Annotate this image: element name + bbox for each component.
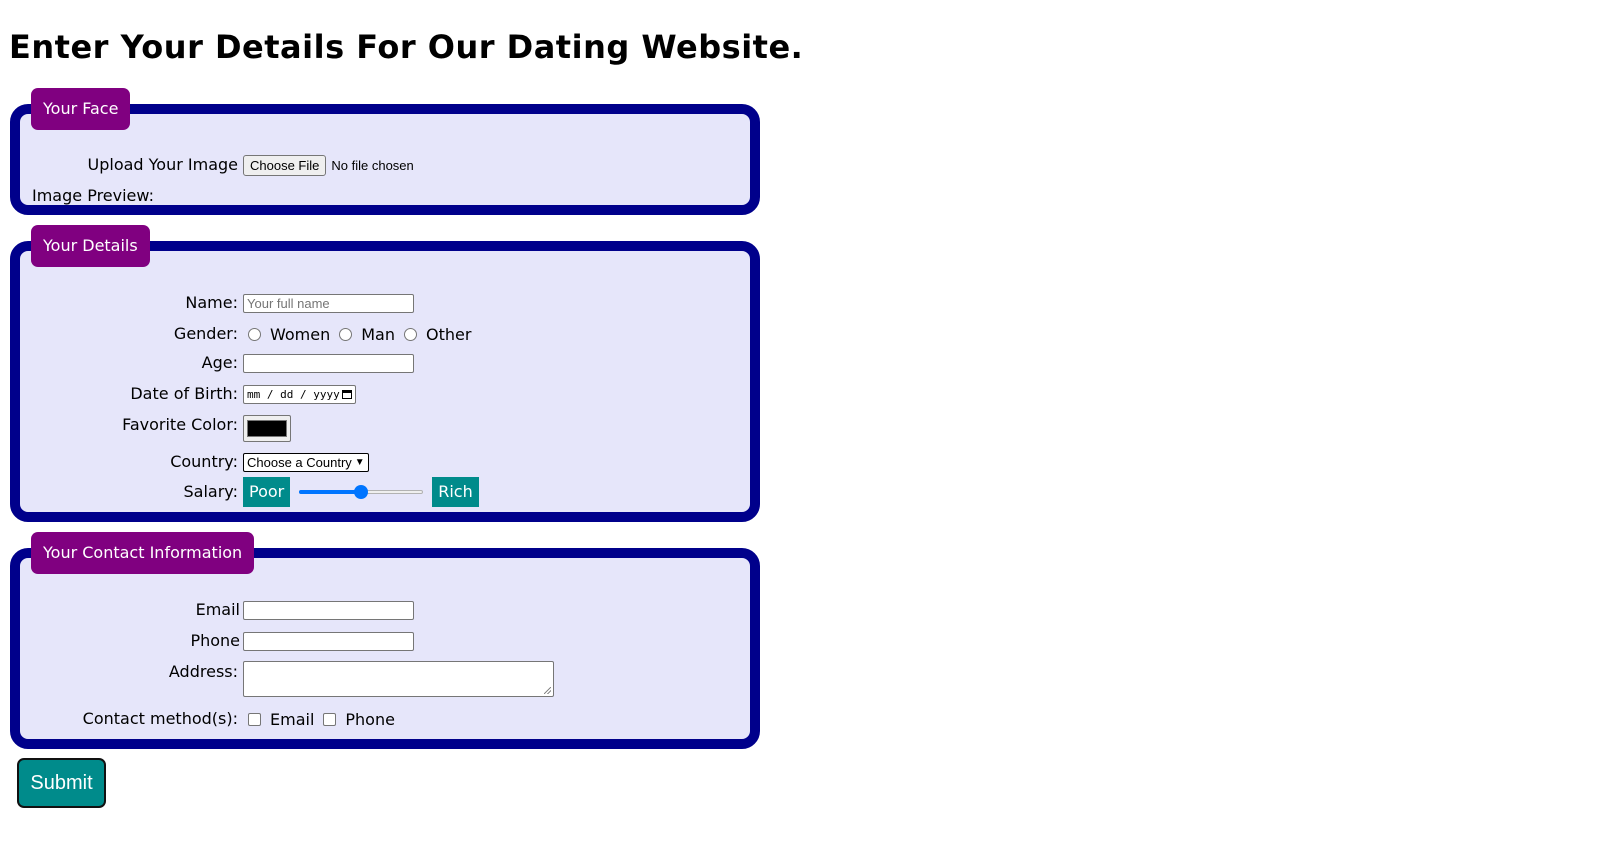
contact-method-option-email: Email	[270, 709, 315, 729]
gender-radio-women[interactable]	[248, 327, 261, 341]
name-input[interactable]: Your full name	[243, 293, 414, 313]
chevron-down-icon: ▼	[354, 456, 365, 468]
legend-your-details: Your Details	[31, 225, 150, 267]
slider-fill	[299, 490, 362, 494]
phone-input[interactable]	[243, 631, 414, 651]
contact-method-checkbox-phone[interactable]	[323, 712, 337, 726]
address-textarea[interactable]	[243, 661, 554, 697]
favorite-color-label: Favorite Color:	[122, 415, 238, 434]
color-swatch	[247, 420, 287, 437]
calendar-icon[interactable]	[342, 389, 352, 399]
country-select[interactable]: Choose a Country ▼	[243, 452, 369, 472]
submit-button[interactable]: Submit	[17, 758, 106, 808]
country-label: Country:	[170, 452, 238, 471]
gender-radio-other[interactable]	[404, 327, 417, 341]
contact-method-label: Contact method(s):	[82, 709, 238, 728]
phone-label: Phone	[190, 631, 240, 650]
salary-min-label: Poor	[243, 477, 291, 507]
salary-max-label: Rich	[432, 477, 479, 507]
dob-label: Date of Birth:	[130, 384, 238, 403]
email-input[interactable]	[243, 600, 414, 620]
fieldset-contact-information: Your Contact Information Email Phone Add…	[10, 532, 760, 749]
page-title: Enter Your Details For Our Dating Websit…	[9, 28, 804, 66]
resize-grip-icon[interactable]	[544, 687, 551, 694]
choose-file-button[interactable]: Choose File	[243, 154, 327, 176]
legend-your-face: Your Face	[31, 88, 131, 130]
contact-method-checkbox-email[interactable]	[248, 712, 261, 726]
email-label: Email	[195, 600, 240, 619]
dob-placeholder: mm / dd / yyyy	[247, 387, 340, 401]
legend-contact-information: Your Contact Information	[31, 532, 255, 574]
gender-option-man: Man	[361, 324, 395, 344]
fieldset-your-details: Your Details Name: Your full name Gender…	[10, 225, 760, 522]
age-input[interactable]	[243, 353, 414, 373]
salary-slider[interactable]	[299, 484, 424, 500]
upload-image-label: Upload Your Image	[87, 155, 239, 174]
country-selected-value: Choose a Country	[247, 454, 352, 470]
address-label: Address:	[168, 662, 238, 681]
gender-option-women: Women	[270, 324, 331, 344]
file-status-text: No file chosen	[331, 157, 414, 173]
gender-label: Gender:	[173, 324, 238, 343]
gender-radio-man[interactable]	[339, 327, 353, 341]
favorite-color-picker[interactable]	[243, 415, 291, 442]
slider-thumb[interactable]	[354, 485, 369, 499]
image-preview-label: Image Preview:	[32, 186, 154, 205]
gender-option-other: Other	[426, 324, 472, 344]
contact-method-option-phone: Phone	[345, 709, 395, 729]
dob-input[interactable]: mm / dd / yyyy	[243, 384, 356, 404]
fieldset-your-face: Your Face Upload Your Image Choose File …	[10, 88, 760, 215]
salary-label: Salary:	[183, 482, 238, 501]
name-label: Name:	[185, 293, 238, 312]
age-label: Age:	[201, 353, 238, 372]
